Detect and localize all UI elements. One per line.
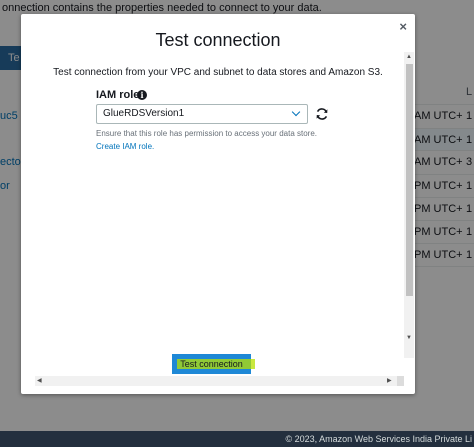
vertical-scroll-thumb[interactable] bbox=[406, 64, 413, 296]
iam-role-selected-value: GlueRDSVersion1 bbox=[103, 108, 185, 119]
scroll-down-arrow-icon[interactable]: ▼ bbox=[406, 335, 412, 341]
copyright-text: © 2023, Amazon Web Services India Privat… bbox=[285, 434, 472, 444]
iam-role-select[interactable]: GlueRDSVersion1 bbox=[96, 104, 308, 124]
info-icon[interactable]: i bbox=[137, 90, 147, 100]
test-connection-button[interactable]: Test connection bbox=[172, 354, 251, 374]
test-connection-modal: × Test connection Test connection from y… bbox=[21, 14, 415, 394]
page-footer: © 2023, Amazon Web Services India Privat… bbox=[0, 431, 474, 447]
modal-description: Test connection from your VPC and subnet… bbox=[53, 67, 383, 78]
refresh-icon[interactable] bbox=[315, 107, 329, 121]
scroll-up-arrow-icon[interactable]: ▲ bbox=[406, 54, 412, 60]
scroll-right-arrow-icon[interactable]: ▶ bbox=[387, 377, 392, 384]
scrollbar-corner bbox=[397, 376, 404, 386]
modal-scroll-area[interactable] bbox=[21, 52, 415, 392]
iam-role-hint: Ensure that this role has permission to … bbox=[96, 129, 317, 138]
scroll-left-arrow-icon[interactable]: ◀ bbox=[37, 377, 42, 384]
iam-role-label: IAM role bbox=[96, 89, 140, 101]
modal-title: Test connection bbox=[155, 30, 281, 50]
create-iam-role-link[interactable]: Create IAM role. bbox=[96, 142, 154, 151]
horizontal-scrollbar[interactable] bbox=[35, 376, 397, 386]
